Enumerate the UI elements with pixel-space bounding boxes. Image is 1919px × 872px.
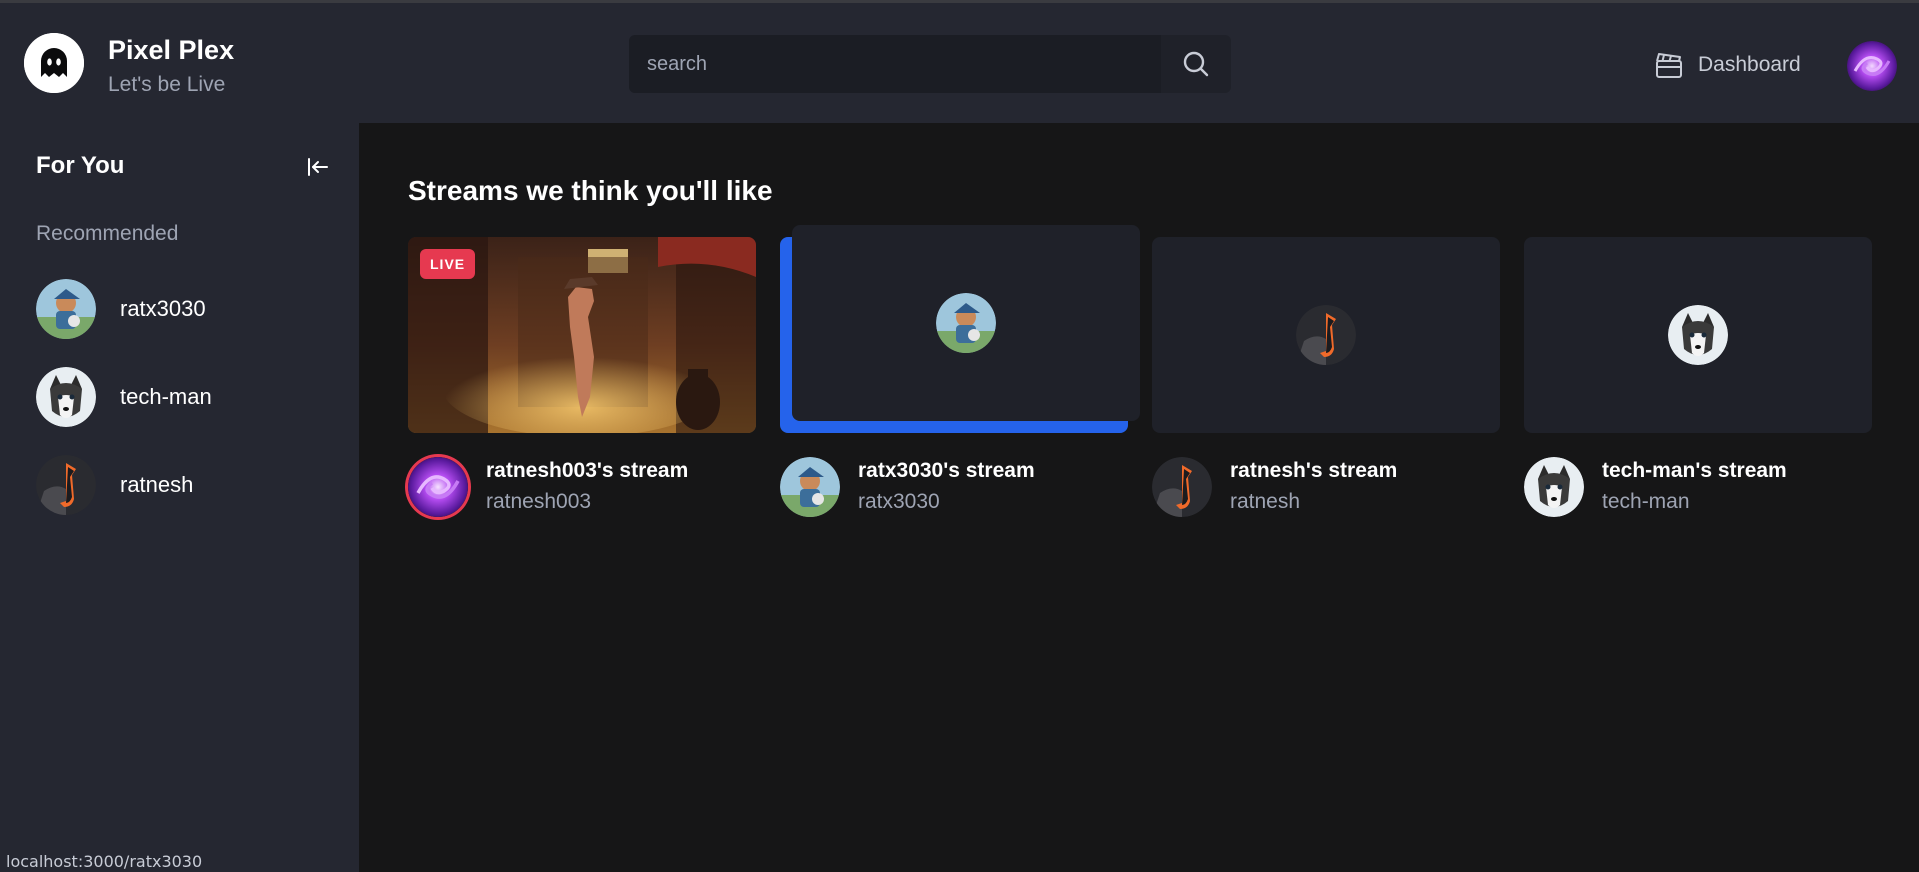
stream-title: ratx3030's stream bbox=[858, 459, 1035, 482]
stream-title: ratnesh's stream bbox=[1230, 459, 1398, 482]
sidebar-item-label: tech-man bbox=[120, 384, 212, 409]
avatar bbox=[1668, 305, 1728, 365]
avatar bbox=[936, 293, 996, 353]
brand-title[interactable]: Pixel Plex bbox=[108, 35, 234, 66]
avatar bbox=[36, 455, 96, 515]
stream-title: ratnesh003's stream bbox=[486, 459, 689, 482]
clapperboard-icon bbox=[1656, 53, 1682, 78]
arrow-left-to-line-icon[interactable] bbox=[304, 154, 330, 180]
sidebar: For You Recommended ratx3030 tech-man ra… bbox=[0, 123, 359, 872]
avatar bbox=[36, 279, 96, 339]
live-badge: LIVE bbox=[420, 249, 476, 279]
sidebar-item-ratx3030[interactable]: ratx3030 bbox=[36, 279, 206, 339]
stream-card-info[interactable]: ratnesh003's stream ratnesh003 bbox=[408, 455, 756, 519]
search-button[interactable] bbox=[1161, 35, 1231, 93]
recommended-label: Recommended bbox=[36, 222, 179, 245]
stream-thumbnail-ratnesh[interactable] bbox=[1152, 237, 1500, 433]
stream-card-info[interactable]: ratnesh's stream ratnesh bbox=[1152, 455, 1500, 519]
sidebar-title: For You bbox=[36, 152, 125, 179]
sidebar-item-label: ratnesh bbox=[120, 472, 194, 497]
sidebar-item-ratnesh[interactable]: ratnesh bbox=[36, 455, 193, 515]
navbar: Pixel Plex Let's be Live search Dashboar… bbox=[0, 3, 1919, 123]
stream-username: ratnesh bbox=[1230, 490, 1301, 513]
dashboard-button[interactable]: Dashboard bbox=[1654, 48, 1801, 82]
stream-username: ratnesh003 bbox=[486, 490, 592, 513]
avatar bbox=[36, 367, 96, 427]
stream-card-info[interactable]: ratx3030's stream ratx3030 bbox=[780, 455, 1128, 519]
brand-subtitle: Let's be Live bbox=[108, 73, 226, 96]
stream-thumbnail-ratx3030[interactable] bbox=[792, 225, 1140, 421]
avatar bbox=[1152, 457, 1212, 517]
avatar bbox=[1524, 457, 1584, 517]
avatar bbox=[780, 457, 840, 517]
stream-card-info[interactable]: tech-man's stream tech-man bbox=[1524, 455, 1872, 519]
user-avatar[interactable] bbox=[1847, 41, 1897, 91]
stream-username: ratx3030 bbox=[858, 490, 940, 513]
ghost-logo-icon[interactable] bbox=[24, 33, 84, 93]
dashboard-label: Dashboard bbox=[1698, 53, 1801, 76]
search-icon bbox=[1183, 51, 1209, 77]
sidebar-item-tech-man[interactable]: tech-man bbox=[36, 367, 212, 427]
avatar bbox=[408, 457, 468, 517]
stream-thumbnail-ratnesh003[interactable]: LIVE bbox=[408, 237, 756, 433]
stream-thumbnail-tech-man[interactable] bbox=[1524, 237, 1872, 433]
sidebar-item-label: ratx3030 bbox=[120, 296, 206, 321]
page-title: Streams we think you'll like bbox=[408, 175, 773, 206]
avatar bbox=[1296, 305, 1356, 365]
search-input[interactable]: search bbox=[629, 35, 1161, 93]
stream-username: tech-man bbox=[1602, 490, 1690, 513]
status-bar-url: localhost:3000/ratx3030 bbox=[0, 852, 209, 872]
stream-title: tech-man's stream bbox=[1602, 459, 1787, 482]
